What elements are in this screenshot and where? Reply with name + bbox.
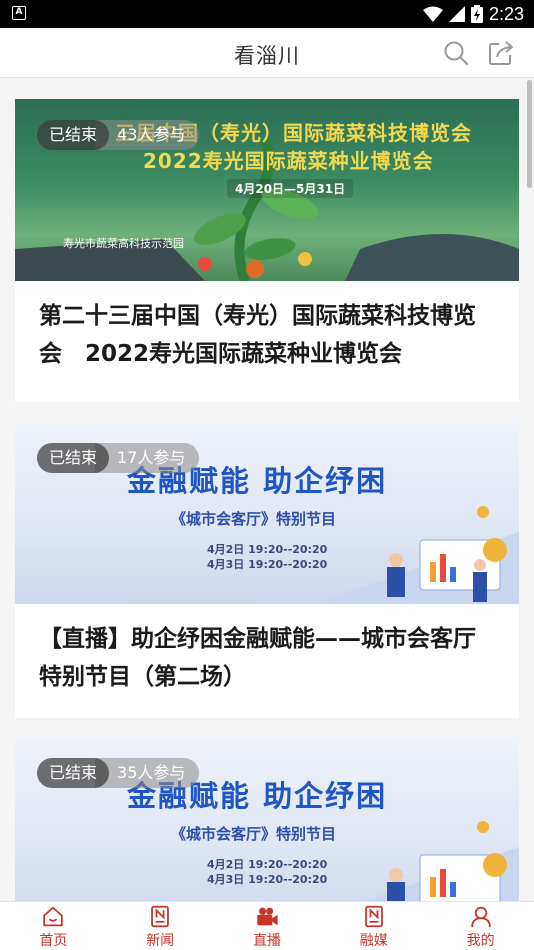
app-header: 看淄川: [0, 28, 534, 78]
nav-live-label: 直播: [252, 933, 281, 949]
card-title[interactable]: 第二十三届中国（寿光）国际蔬菜科技博览会 2022寿光国际蔬菜种业博览会: [15, 281, 519, 373]
app-notification-icon: A: [12, 6, 26, 20]
share-icon[interactable]: [487, 39, 515, 67]
status-badge: 已结束: [37, 443, 110, 473]
home-icon: [43, 906, 64, 927]
banner-time-2: 4月3日 19:20--20:20: [207, 873, 328, 886]
participant-count: 35人参与: [95, 758, 200, 788]
live-card[interactable]: 三届中国（寿光）国际蔬菜科技博览会 2022寿光国际蔬菜种业博览会 4月20日—…: [15, 99, 519, 402]
banner-date: 4月20日—5月31日: [227, 179, 354, 198]
participant-count: 17人参与: [95, 443, 200, 473]
clock-time: 2:23: [488, 3, 524, 24]
banner-time-2: 4月3日 19:20--20:20: [207, 558, 328, 571]
banner-subtitle: 《城市会客厅》特别节目: [171, 825, 337, 843]
banner-time-1: 4月2日 19:20--20:20: [207, 543, 328, 556]
banner-subtitle: 《城市会客厅》特别节目: [171, 510, 337, 528]
nav-media[interactable]: 融媒: [320, 902, 427, 950]
card-badges: 已结束 43人参与: [37, 120, 200, 150]
status-badge: 已结束: [37, 120, 110, 150]
card-title[interactable]: 【直播】助企纾困金融赋能——城市会客厅特别节目（第二场）: [15, 604, 519, 696]
card-banner-image[interactable]: 三届中国（寿光）国际蔬菜科技博览会 2022寿光国际蔬菜种业博览会 4月20日—…: [15, 99, 519, 281]
card-banner-image[interactable]: 金融赋能 助企纾困 《城市会客厅》特别节目 4月2日 19:20--20:20 …: [15, 422, 519, 604]
banner-sign: 寿光市蔬菜高科技示范园: [63, 237, 184, 250]
status-badge: 已结束: [37, 758, 110, 788]
banner-time-1: 4月2日 19:20--20:20: [207, 858, 328, 871]
status-bar: A 2:23: [0, 0, 534, 28]
live-feed-list[interactable]: 三届中国（寿光）国际蔬菜科技博览会 2022寿光国际蔬菜种业博览会 4月20日—…: [0, 79, 534, 901]
nav-profile-label: 我的: [466, 933, 495, 949]
battery-icon: [470, 5, 483, 23]
nav-home-label: 首页: [39, 933, 68, 949]
card-badges: 已结束 17人参与: [37, 443, 200, 473]
nav-live[interactable]: 直播: [214, 902, 321, 950]
nav-news-label: 新闻: [146, 933, 175, 949]
card-badges: 已结束 35人参与: [37, 758, 200, 788]
user-icon: [470, 906, 491, 928]
banner-schedule: 4月2日 19:20--20:20 4月3日 19:20--20:20: [207, 542, 327, 572]
banner-schedule: 4月2日 19:20--20:20 4月3日 19:20--20:20: [207, 857, 327, 887]
card-banner-image[interactable]: 金融赋能 助企纾困 《城市会客厅》特别节目 4月2日 19:20--20:20 …: [15, 737, 519, 901]
nav-news[interactable]: 新闻: [107, 902, 214, 950]
wifi-icon: [422, 6, 443, 22]
signal-icon: [448, 6, 465, 22]
nav-profile[interactable]: 我的: [427, 902, 534, 950]
bottom-navigation: 首页 新闻 直播 融媒 我的: [0, 901, 534, 950]
camera-icon: [257, 907, 278, 926]
news-icon: [151, 905, 170, 928]
nav-media-label: 融媒: [359, 933, 388, 949]
media-icon: [364, 905, 383, 928]
scrollbar[interactable]: [527, 80, 532, 188]
live-card[interactable]: 金融赋能 助企纾困 《城市会客厅》特别节目 4月2日 19:20--20:20 …: [15, 737, 519, 901]
search-icon[interactable]: [443, 40, 469, 66]
nav-home[interactable]: 首页: [0, 902, 107, 950]
participant-count: 43人参与: [95, 120, 200, 150]
live-card[interactable]: 金融赋能 助企纾困 《城市会客厅》特别节目 4月2日 19:20--20:20 …: [15, 422, 519, 718]
